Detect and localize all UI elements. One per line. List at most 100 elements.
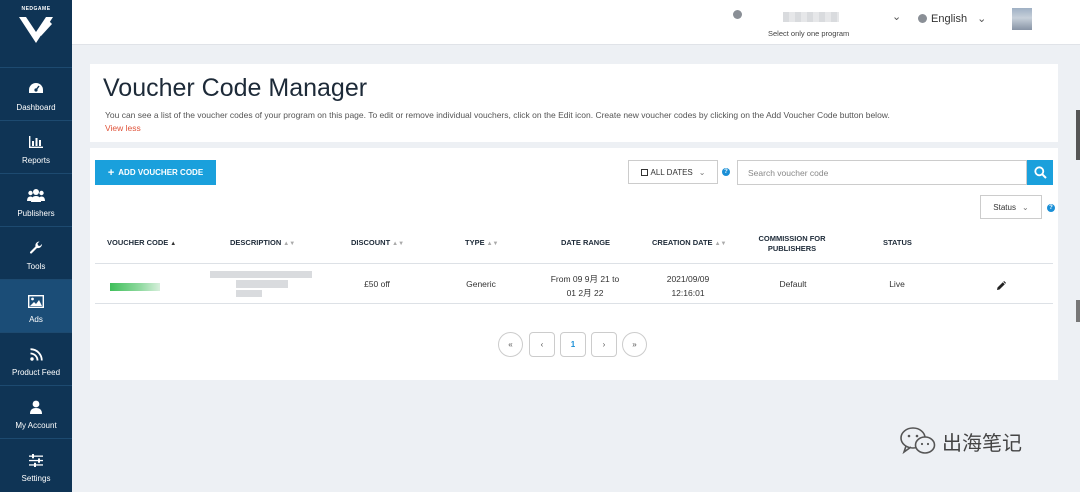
column-header-date-range: DATE RANGE [561,238,611,247]
help-icon[interactable]: ? [1047,204,1055,212]
sidebar-item-dashboard[interactable]: Dashboard [0,67,72,120]
calendar-icon [640,168,648,176]
language-selector[interactable]: English ⌄ [918,12,986,25]
column-header-label: PUBLISHERS [767,244,817,253]
discount-value: £50 off [364,279,390,289]
chevron-down-icon: ⌄ [1021,202,1029,212]
page-header: Voucher Code Manager You can see a list … [90,64,1058,142]
sidebar-item-label: Ads [29,315,43,324]
sidebar-item-my-account[interactable]: My Account [0,385,72,438]
view-less-link[interactable]: View less [105,123,141,133]
sidebar-item-settings[interactable]: Settings [0,438,72,491]
column-header-creation-date[interactable]: CREATION DATE ▲▼ [652,238,726,247]
brand-logo[interactable]: NEDGAME [0,0,72,67]
logo-mark-icon [19,17,53,43]
sidebar-item-label: Publishers [17,209,55,218]
sidebar-item-label: Tools [26,262,46,271]
program-selector[interactable] [783,12,839,22]
sidebar-item-label: Product Feed [11,368,61,377]
voucher-code-value [110,283,160,291]
divider [95,263,1053,264]
date-range-line: From 09 9月 21 to [550,274,620,284]
status-filter-dropdown[interactable]: Status ⌄ [980,195,1042,219]
avatar[interactable] [1012,8,1032,30]
sort-icon: ▲▼ [283,241,296,247]
status-filter-label: Status [993,202,1016,212]
sidebar: NEDGAME Dashboard Reports Publishers Too… [0,0,72,492]
chevron-down-icon[interactable]: ⌄ [892,10,901,23]
globe-icon [918,14,927,23]
search-input[interactable] [737,160,1027,185]
status-value: Live [889,279,905,289]
type-value: Generic [466,279,496,289]
watermark-text: 出海笔记 [942,430,1022,455]
sidebar-item-product-feed[interactable]: Product Feed [0,332,72,385]
sidebar-item-label: Dashboard [16,103,56,112]
column-header-voucher-code[interactable]: VOUCHER CODE ▲ [107,238,176,247]
edit-pencil-icon[interactable] [996,278,1006,296]
language-label: English [931,12,968,25]
date-range-value: From 09 9月 21 to 01 2月 22 [537,272,633,300]
column-header-label: DISCOUNT [351,238,391,247]
column-header-type[interactable]: TYPE ▲▼ [465,238,498,247]
sidebar-item-label: Reports [21,156,50,165]
sidebar-item-reports[interactable]: Reports [0,120,72,173]
commission-value: Default [779,279,807,289]
sidebar-item-tools[interactable]: Tools [0,226,72,279]
pagination-first-button[interactable]: « [498,332,523,357]
sidebar-item-publishers[interactable]: Publishers [0,173,72,226]
wechat-icon [900,427,936,455]
column-header-label: CREATION DATE [652,238,713,247]
column-header-status: STATUS [883,238,912,247]
column-header-discount[interactable]: DISCOUNT ▲▼ [351,238,404,247]
description-value [210,271,312,297]
scrollbar-thumb[interactable] [1076,300,1080,322]
program-note: Select only one program [768,29,850,38]
sliders-icon [27,451,45,469]
date-range-line: 01 2月 22 [566,288,604,298]
logo-text: NEDGAME [21,6,51,12]
scrollbar-thumb[interactable] [1076,110,1080,160]
pagination-next-button[interactable]: › [591,332,617,357]
pagination-page-button[interactable]: 1 [560,332,586,357]
wrench-icon [27,239,45,257]
sort-icon: ▲▼ [714,241,727,247]
page-title: Voucher Code Manager [103,74,368,102]
sidebar-item-ads[interactable]: Ads [0,279,72,332]
bar-chart-icon [27,133,45,151]
creation-date-line: 12:16:01 [671,288,705,298]
users-icon [27,186,45,204]
page-description: You can see a list of the voucher codes … [105,110,890,120]
pagination-last-button[interactable]: » [622,332,647,357]
sort-asc-icon: ▲ [170,241,177,247]
chevron-down-icon: ⌄ [698,167,706,177]
help-icon[interactable]: ? [722,168,730,176]
column-header-description[interactable]: DESCRIPTION ▲▼ [230,238,295,247]
sidebar-item-label: My Account [15,421,57,430]
add-voucher-code-button[interactable]: + ADD VOUCHER CODE [95,160,216,185]
pagination-prev-button[interactable]: ‹ [529,332,555,357]
column-header-label: VOUCHER CODE [107,238,169,247]
date-filter-dropdown[interactable]: ALL DATES ⌄ [628,160,718,184]
search-button[interactable] [1027,160,1053,185]
column-header-label: DESCRIPTION [230,238,282,247]
watermark: 出海笔记 [900,426,1022,456]
search-icon [1033,166,1047,179]
date-filter-label: ALL DATES [650,167,693,177]
sort-icon: ▲▼ [392,241,405,247]
chevron-down-icon: ⌄ [977,13,987,25]
voucher-panel: + ADD VOUCHER CODE ALL DATES ⌄ ? Status … [90,148,1058,380]
image-icon [27,292,45,310]
dashboard-icon [27,80,45,98]
rss-icon [27,345,45,363]
creation-date-value: 2021/09/09 12:16:01 [654,272,722,300]
user-icon [27,398,45,416]
sidebar-item-label: Settings [21,474,51,483]
add-voucher-code-label: ADD VOUCHER CODE [118,168,204,177]
divider [95,303,1053,304]
column-header-label: COMMISSION FOR [758,234,826,243]
column-header-label: TYPE [465,238,485,247]
plus-icon: + [107,166,115,179]
sort-icon: ▲▼ [486,241,499,247]
column-header-commission: COMMISSION FOR PUBLISHERS [754,234,830,254]
